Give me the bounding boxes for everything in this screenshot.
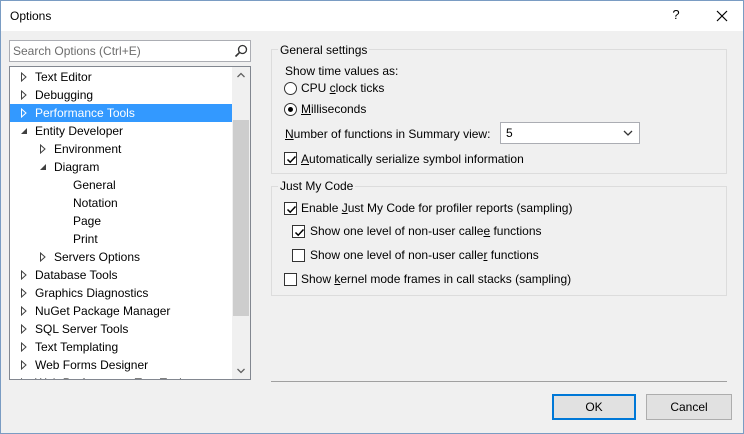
- tree-item[interactable]: SQL Server Tools: [10, 320, 232, 338]
- expanded-arrow-icon[interactable]: [19, 126, 29, 136]
- just-my-code-title: Just My Code: [278, 179, 356, 193]
- cpu-ticks-radio[interactable]: [284, 82, 297, 95]
- functions-count-label: Number of functions in Summary view:: [285, 127, 491, 141]
- kernel-frames-label[interactable]: Show kernel mode frames in call stacks (…: [301, 272, 571, 286]
- tree-item-label: Text Templating: [35, 340, 119, 354]
- tree-item-label: Database Tools: [35, 268, 118, 282]
- checkmark-icon: [286, 155, 297, 164]
- window-title: Options: [10, 9, 52, 23]
- tree-item[interactable]: Servers Options: [10, 248, 232, 266]
- close-button[interactable]: [707, 4, 737, 28]
- callee-functions-checkbox[interactable]: [292, 225, 305, 238]
- collapsed-arrow-icon[interactable]: [38, 252, 48, 262]
- tree-item-label: Page: [73, 214, 102, 228]
- radio-selected-dot: [288, 107, 293, 112]
- tree-item-label: SQL Server Tools: [35, 322, 129, 336]
- milliseconds-radio[interactable]: [284, 103, 297, 116]
- caller-functions-checkbox[interactable]: [292, 249, 305, 262]
- collapsed-arrow-icon[interactable]: [19, 270, 29, 280]
- collapsed-arrow-icon[interactable]: [19, 360, 29, 370]
- scroll-down-icon[interactable]: [232, 362, 250, 379]
- close-icon: [716, 10, 728, 22]
- tree-item-label: Web Performance Test Tools: [35, 374, 188, 379]
- tree-item[interactable]: Debugging: [10, 86, 232, 104]
- callee-functions-label[interactable]: Show one level of non-user callee functi…: [310, 224, 542, 238]
- scroll-thumb[interactable]: [233, 120, 249, 316]
- time-values-label: Show time values as:: [285, 64, 399, 78]
- tree-item[interactable]: Diagram: [10, 158, 232, 176]
- help-button[interactable]: ?: [669, 7, 683, 25]
- tree-item[interactable]: Text Templating: [10, 338, 232, 356]
- search-icon[interactable]: [234, 44, 248, 58]
- tree-item-label: Print: [73, 232, 98, 246]
- scroll-up-icon[interactable]: [232, 67, 250, 84]
- milliseconds-label[interactable]: Milliseconds: [301, 102, 366, 116]
- tree-item-label: Servers Options: [54, 250, 141, 264]
- tree-item[interactable]: Notation: [10, 194, 232, 212]
- collapsed-arrow-icon[interactable]: [38, 144, 48, 154]
- tree-item-label: Web Forms Designer: [35, 358, 149, 372]
- options-tree[interactable]: Text Editor Debugging Performance Tools Ent…: [9, 66, 251, 380]
- tree-item[interactable]: Print: [10, 230, 232, 248]
- checkmark-icon: [294, 228, 305, 237]
- title-bar: Options ?: [1, 1, 743, 31]
- tree-item[interactable]: Performance Tools: [10, 104, 232, 122]
- tree-item-label: Graphics Diagnostics: [35, 286, 149, 300]
- checkmark-icon: [286, 205, 297, 214]
- tree-scrollbar[interactable]: [232, 67, 250, 379]
- kernel-frames-checkbox[interactable]: [284, 273, 297, 286]
- enable-jmc-label[interactable]: Enable Just My Code for profiler reports…: [301, 201, 572, 215]
- tree-item-label: Debugging: [35, 88, 94, 102]
- search-input[interactable]: [13, 42, 223, 60]
- tree-item[interactable]: Page: [10, 212, 232, 230]
- tree-item[interactable]: Entity Developer: [10, 122, 232, 140]
- collapsed-arrow-icon[interactable]: [19, 72, 29, 82]
- ok-button[interactable]: OK: [552, 394, 636, 420]
- tree-item[interactable]: NuGet Package Manager: [10, 302, 232, 320]
- cancel-button[interactable]: Cancel: [646, 394, 732, 420]
- tree-item[interactable]: Database Tools: [10, 266, 232, 284]
- collapsed-arrow-icon[interactable]: [19, 342, 29, 352]
- tree-item-label: Entity Developer: [35, 124, 124, 138]
- search-box[interactable]: [9, 40, 251, 62]
- tree-item[interactable]: Web Forms Designer: [10, 356, 232, 374]
- functions-count-select[interactable]: 5: [500, 122, 640, 144]
- tree-item[interactable]: Web Performance Test Tools: [10, 374, 232, 379]
- auto-serialize-checkbox[interactable]: [284, 152, 297, 165]
- caller-functions-label[interactable]: Show one level of non-user caller functi…: [310, 248, 539, 262]
- tree-item[interactable]: Text Editor: [10, 68, 232, 86]
- auto-serialize-label[interactable]: Automatically serialize symbol informati…: [301, 152, 524, 166]
- collapsed-arrow-icon[interactable]: [19, 324, 29, 334]
- collapsed-arrow-icon[interactable]: [19, 108, 29, 118]
- panel-divider: [271, 381, 727, 382]
- tree-item[interactable]: General: [10, 176, 232, 194]
- expanded-arrow-icon[interactable]: [38, 162, 48, 172]
- enable-jmc-checkbox[interactable]: [284, 202, 297, 215]
- options-dialog: Options ? Text Editor Debugging Performanc…: [0, 0, 744, 434]
- general-settings-title: General settings: [278, 43, 370, 57]
- tree-item-label: Text Editor: [35, 70, 92, 84]
- tree-item-label: Diagram: [54, 160, 100, 174]
- collapsed-arrow-icon[interactable]: [19, 288, 29, 298]
- tree-item[interactable]: Graphics Diagnostics: [10, 284, 232, 302]
- tree-item-label: Performance Tools: [35, 106, 135, 120]
- collapsed-arrow-icon[interactable]: [19, 378, 29, 379]
- tree-item-label: General: [73, 178, 116, 192]
- functions-count-value: 5: [506, 126, 513, 140]
- tree-item-label: Environment: [54, 142, 122, 156]
- tree-list: Text Editor Debugging Performance Tools Ent…: [10, 67, 232, 379]
- collapsed-arrow-icon[interactable]: [19, 90, 29, 100]
- cpu-ticks-label[interactable]: CPU clock ticks: [301, 81, 384, 95]
- tree-item-label: Notation: [73, 196, 118, 210]
- tree-item[interactable]: Environment: [10, 140, 232, 158]
- tree-item-label: NuGet Package Manager: [35, 304, 171, 318]
- collapsed-arrow-icon[interactable]: [19, 306, 29, 316]
- chevron-down-icon: [623, 130, 633, 136]
